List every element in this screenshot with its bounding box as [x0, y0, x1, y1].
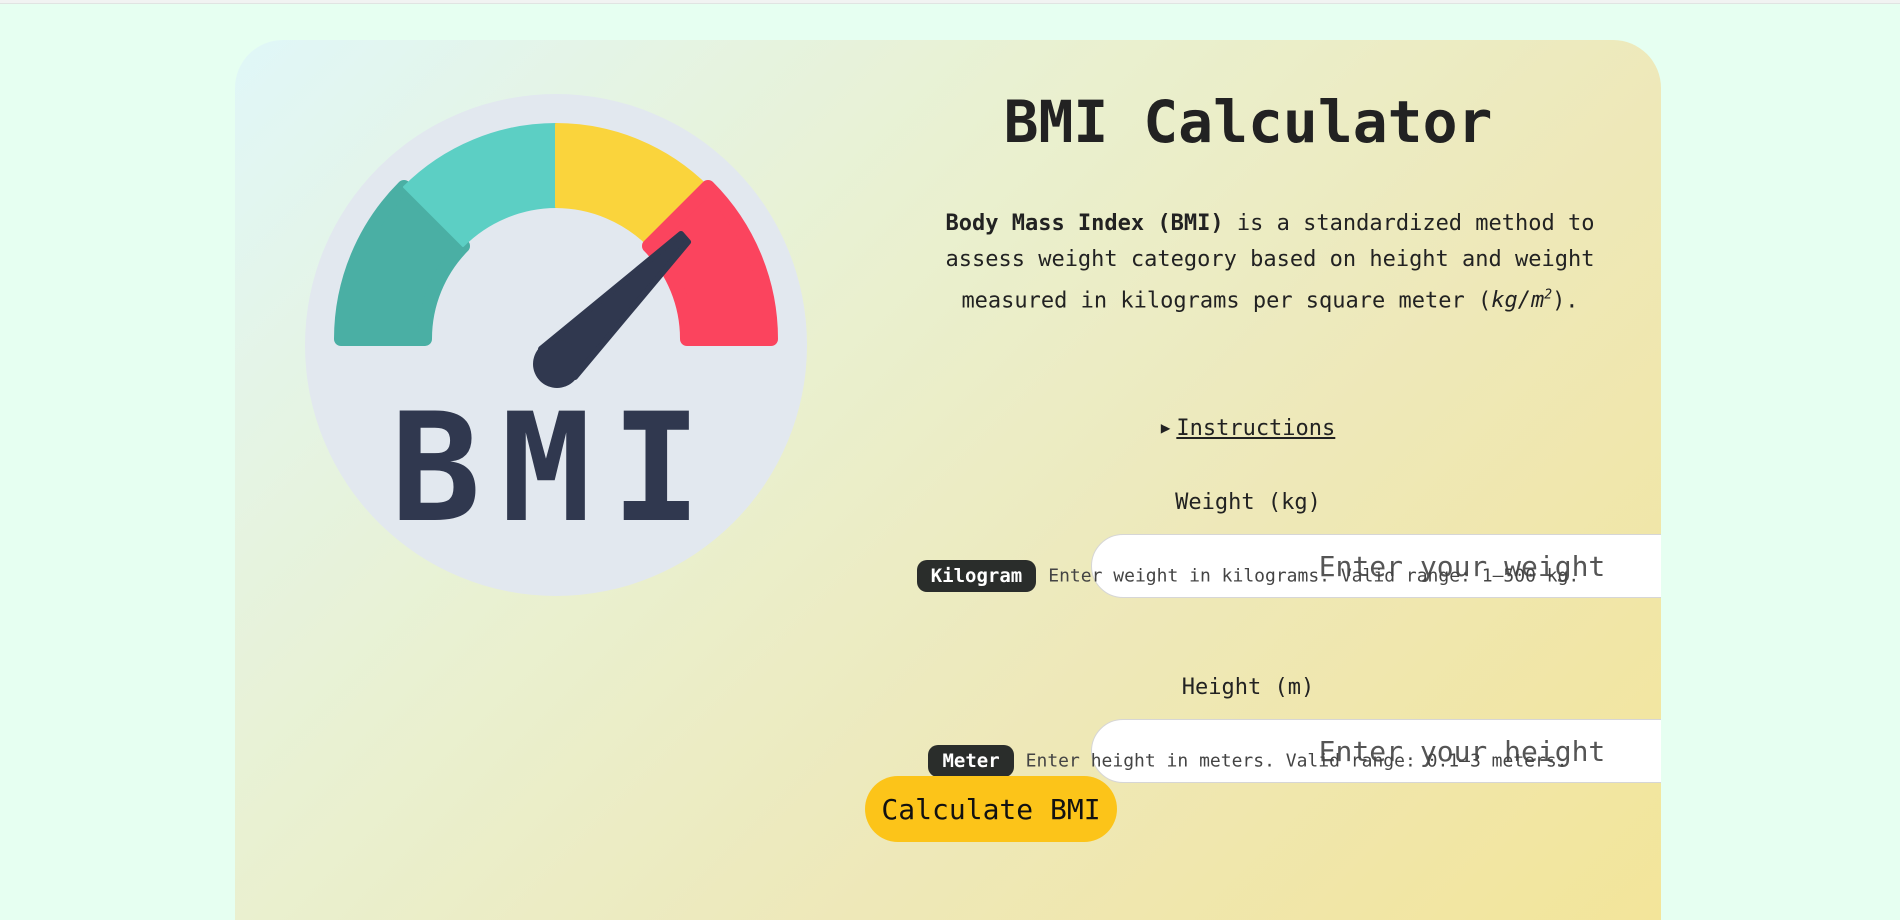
description-bold: Body Mass Index (BMI) [945, 211, 1224, 236]
height-label: Height (m) [1181, 675, 1315, 700]
logo-bmi-text: BMI [391, 382, 722, 556]
kilogram-badge: Kilogram [916, 560, 1037, 592]
description-end: ). [1552, 288, 1579, 314]
weight-help-text: Enter weight in kilograms. Valid range: … [1048, 565, 1580, 587]
instructions-label[interactable]: Instructions [1176, 416, 1335, 441]
calculate-bmi-button[interactable]: Calculate BMI [865, 776, 1117, 842]
page-title: BMI Calculator [1003, 88, 1493, 156]
weight-label: Weight (kg) [1175, 490, 1321, 515]
height-help: Meter Enter height in meters. Valid range… [855, 745, 1641, 777]
meter-badge: Meter [928, 745, 1014, 777]
height-help-text: Enter height in meters. Valid range: 0.1… [1025, 750, 1568, 772]
bmi-gauge-logo: BMI [305, 94, 807, 596]
description-unit: kg/m2 [1491, 288, 1553, 314]
bmi-description: Body Mass Index (BMI) is a standardized … [900, 206, 1640, 319]
weight-help: Kilogram Enter weight in kilograms. Valid… [855, 560, 1641, 592]
triangle-right-icon: ▶ [1160, 418, 1171, 437]
instructions-toggle[interactable]: ▶ Instructions [855, 416, 1641, 441]
top-border [0, 0, 1900, 4]
